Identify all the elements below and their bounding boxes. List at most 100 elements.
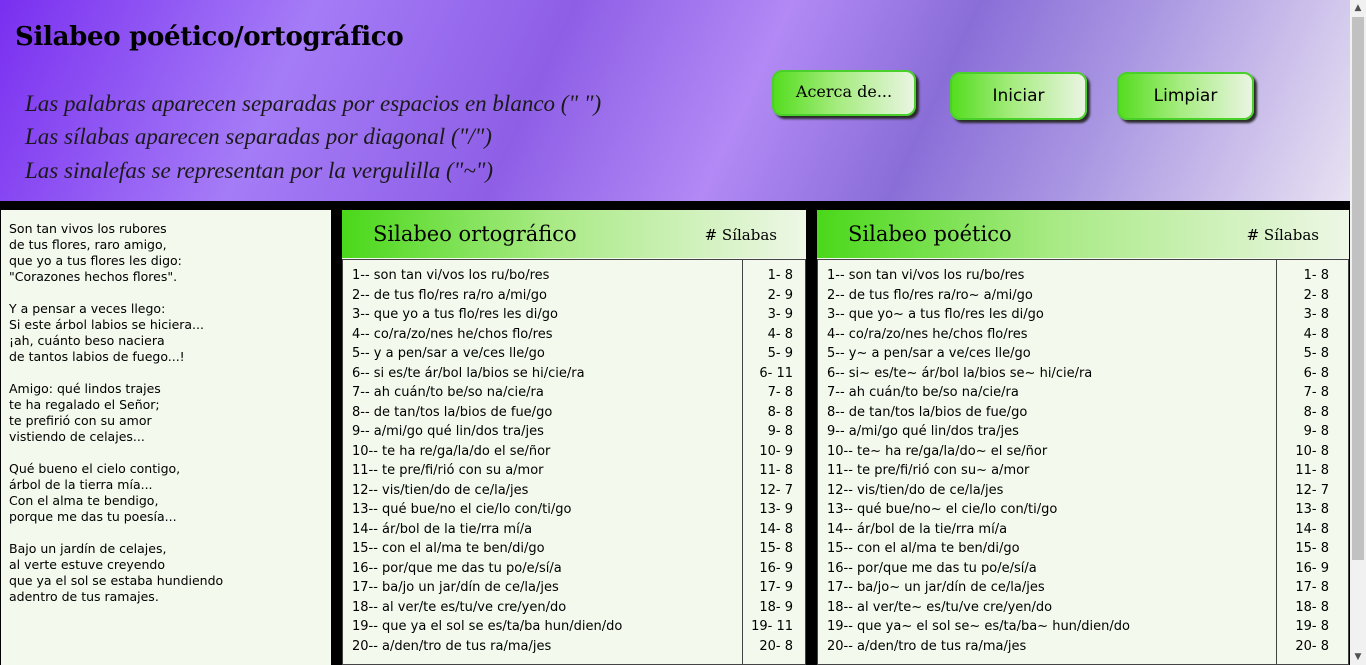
header-banner: Silabeo poético/ortográfico Las palabras… xyxy=(0,0,1350,201)
orthographic-count: 8- 8 xyxy=(767,404,793,420)
orthographic-line: 5-- y a pen/sar a ve/ces lle/go xyxy=(352,346,545,361)
about-button[interactable]: Acerca de... xyxy=(772,70,916,116)
instruction-syllables: Las sílabas aparecen separadas por diago… xyxy=(25,124,492,149)
orthographic-line: 1-- son tan vi/vos los ru/bo/res xyxy=(352,268,550,283)
orthographic-count: 16- 9 xyxy=(759,560,793,576)
poetic-count: 18- 8 xyxy=(1295,599,1329,615)
poetic-line: 5-- y~ a pen/sar a ve/ces lle/go xyxy=(827,346,1031,361)
poetic-count: 7- 8 xyxy=(1303,385,1329,400)
orthographic-count: 9- 8 xyxy=(767,424,793,439)
poetic-count: 19- 8 xyxy=(1295,619,1329,634)
orthographic-line: 12-- vis/tien/do de ce/la/jes xyxy=(352,482,529,498)
instruction-words: Las palabras aparecen separadas por espa… xyxy=(25,91,602,116)
orthographic-line: 17-- ba/jo un jar/dín de ce/la/jes xyxy=(352,580,559,595)
orthographic-panel: Silabeo ortográfico # Sílabas 1-- son ta… xyxy=(342,210,806,665)
clear-button[interactable]: Limpiar xyxy=(1117,72,1254,120)
poetic-count: 4- 8 xyxy=(1303,326,1329,342)
orthographic-count: 19- 11 xyxy=(751,619,793,634)
poetic-count: 15- 8 xyxy=(1295,541,1329,556)
poetic-line: 12-- vis/tien/do de ce/la/jes xyxy=(827,482,1004,498)
orthographic-title: Silabeo ortográfico xyxy=(373,222,577,246)
instruction-synalepha: Las sinalefas se representan por la verg… xyxy=(25,158,494,183)
poetic-count-header: # Sílabas xyxy=(1246,226,1319,244)
poetic-title: Silabeo poético xyxy=(848,222,1012,246)
orthographic-count: 12- 7 xyxy=(759,482,793,498)
orthographic-line: 4-- co/ra/zo/nes he/chos flo/res xyxy=(352,326,553,342)
poetic-line: 13-- qué bue/no~ el cie/lo con/ti/go xyxy=(827,502,1058,517)
orthographic-count: 10- 9 xyxy=(759,443,793,459)
poetic-line: 6-- si~ es/te~ ár/bol la/bios se~ hi/cie… xyxy=(827,365,1093,381)
page-title: Silabeo poético/ortográfico xyxy=(15,22,404,52)
poetic-count: 9- 8 xyxy=(1303,424,1329,439)
poetic-count: 10- 8 xyxy=(1295,443,1329,459)
orthographic-header: Silabeo ortográfico # Sílabas xyxy=(342,210,806,258)
poetic-line: 14-- ár/bol de la tie/rra mí/a xyxy=(827,521,1008,537)
orthographic-line: 3-- que yo a tus flo/res les di/go xyxy=(352,307,558,322)
scroll-thumb[interactable] xyxy=(1352,17,1364,560)
poetic-counts-list: 1- 8 2- 8 3- 8 4- 8 5- 8 6- 8 7- 8 8- 8 9- 8 10- … xyxy=(1276,259,1349,665)
poetic-count: 5- 8 xyxy=(1303,346,1329,361)
orthographic-count: 14- 8 xyxy=(759,521,793,537)
orthographic-lines-list: 1-- son tan vi/vos los ru/bo/res 2-- de t… xyxy=(342,259,742,665)
orthographic-count: 6- 11 xyxy=(759,365,793,381)
orthographic-line: 7-- ah cuán/to be/so na/cie/ra xyxy=(352,385,544,400)
orthographic-line: 13-- qué bue/no el cie/lo con/ti/go xyxy=(352,502,572,517)
orthographic-count: 20- 8 xyxy=(759,638,793,654)
orthographic-line: 6-- si es/te ár/bol la/bios se hi/cie/ra xyxy=(352,365,585,381)
poetic-line: 8-- de tan/tos la/bios de fue/go xyxy=(827,404,1028,420)
poetic-line: 16-- por/que me das tu po/e/sí/a xyxy=(827,560,1037,576)
orthographic-line: 18-- al ver/te es/tu/ve cre/yen/do xyxy=(352,599,567,615)
orthographic-line: 11-- te pre/fi/rió con su a/mor xyxy=(352,463,544,478)
orthographic-count: 11- 8 xyxy=(759,463,793,478)
poetic-line: 1-- son tan vi/vos los ru/bo/res xyxy=(827,268,1025,283)
poetic-line: 11-- te pre/fi/rió con su~ a/mor xyxy=(827,463,1030,478)
orthographic-count: 18- 9 xyxy=(759,599,793,615)
page-scrollbar[interactable]: ▲ ▼ xyxy=(1350,0,1366,665)
poetic-panel: Silabeo poético # Sílabas 1-- son tan vi… xyxy=(817,210,1349,665)
poetic-count: 3- 8 xyxy=(1303,307,1329,322)
poetic-count: 2- 8 xyxy=(1303,287,1329,303)
poetic-line: 2-- de tus flo/res ra/ro~ a/mi/go xyxy=(827,287,1033,303)
orthographic-line: 10-- te ha re/ga/la/do el se/ñor xyxy=(352,443,551,459)
scroll-up-icon[interactable]: ▲ xyxy=(1350,0,1366,16)
poetic-line: 4-- co/ra/zo/nes he/chos flo/res xyxy=(827,326,1028,342)
poetic-line: 15-- con el al/ma te ben/di/go xyxy=(827,541,1020,556)
scroll-down-icon[interactable]: ▼ xyxy=(1350,649,1366,665)
orthographic-line: 19-- que ya el sol se es/ta/ba hun/dien/… xyxy=(352,619,623,634)
orthographic-count: 4- 8 xyxy=(767,326,793,342)
orthographic-line: 2-- de tus flo/res ra/ro a/mi/go xyxy=(352,287,547,303)
orthographic-counts-list: 1- 8 2- 9 3- 9 4- 8 5- 9 6- 11 7- 8 8- 8 9- 8 10-… xyxy=(742,259,806,665)
orthographic-count: 13- 9 xyxy=(759,502,793,517)
poetic-line: 18-- al ver/te~ es/tu/ve cre/yen/do xyxy=(827,599,1053,615)
poetic-count: 13- 8 xyxy=(1295,502,1329,517)
poetic-count: 8- 8 xyxy=(1303,404,1329,420)
poetic-line: 20-- a/den/tro de tus ra/ma/jes xyxy=(827,638,1027,654)
orthographic-count: 3- 9 xyxy=(767,307,793,322)
poetic-count: 1- 8 xyxy=(1303,268,1329,283)
orthographic-line: 14-- ár/bol de la tie/rra mí/a xyxy=(352,521,533,537)
poetic-line: 3-- que yo~ a tus flo/res les di/go xyxy=(827,307,1044,322)
orthographic-line: 20-- a/den/tro de tus ra/ma/jes xyxy=(352,638,552,654)
orthographic-count: 17- 9 xyxy=(759,580,793,595)
orthographic-count: 1- 8 xyxy=(767,268,793,283)
poetic-line: 19-- que ya~ el sol se~ es/ta/ba~ hun/di… xyxy=(827,619,1130,634)
poetic-line: 7-- ah cuán/to be/so na/cie/ra xyxy=(827,385,1019,400)
orthographic-line: 16-- por/que me das tu po/e/sí/a xyxy=(352,560,562,576)
orthographic-line: 15-- con el al/ma te ben/di/go xyxy=(352,541,545,556)
orthographic-count: 7- 8 xyxy=(767,385,793,400)
poem-input[interactable]: Son tan vivos los rubores de tus flores,… xyxy=(1,210,331,665)
poetic-count: 16- 9 xyxy=(1295,560,1329,576)
poetic-line: 17-- ba/jo~ un jar/dín de ce/la/jes xyxy=(827,580,1045,595)
poetic-count: 20- 8 xyxy=(1295,638,1329,654)
orthographic-count: 2- 9 xyxy=(767,287,793,303)
poetic-header: Silabeo poético # Sílabas xyxy=(817,210,1349,258)
poetic-lines-list: 1-- son tan vi/vos los ru/bo/res 2-- de t… xyxy=(817,259,1276,665)
poetic-line: 10-- te~ ha re/ga/la/do~ el se/ñor xyxy=(827,443,1048,459)
orthographic-line: 9-- a/mi/go qué lin/dos tra/jes xyxy=(352,424,544,439)
poetic-count: 6- 8 xyxy=(1303,365,1329,381)
poetic-count: 14- 8 xyxy=(1295,521,1329,537)
orthographic-count-header: # Sílabas xyxy=(704,226,777,244)
start-button[interactable]: Iniciar xyxy=(950,72,1087,120)
orthographic-count: 5- 9 xyxy=(767,346,793,361)
poetic-count: 12- 7 xyxy=(1295,482,1329,498)
